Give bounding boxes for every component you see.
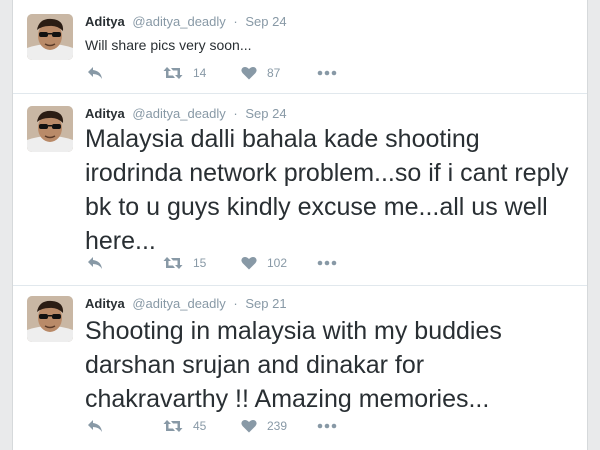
- retweet-icon: [163, 67, 183, 79]
- author-name[interactable]: Aditya: [85, 106, 125, 121]
- timestamp[interactable]: Sep 21: [245, 296, 286, 311]
- tweet-text: Shooting in malaysia with my buddies dar…: [85, 317, 502, 413]
- retweet-count: 45: [193, 419, 207, 433]
- author-handle[interactable]: @aditya_deadly: [132, 296, 225, 311]
- author-handle[interactable]: @aditya_deadly: [132, 106, 225, 121]
- like-count: 239: [267, 419, 288, 433]
- like-button[interactable]: 87: [241, 64, 280, 82]
- tweet-text: Will share pics very soon...: [85, 37, 252, 53]
- heart-icon: [241, 67, 257, 80]
- retweet-button[interactable]: 14: [163, 64, 206, 82]
- avatar[interactable]: [27, 14, 73, 60]
- like-button[interactable]: 239: [241, 417, 287, 435]
- tweet-actions: 14 87: [85, 64, 385, 82]
- tweet[interactable]: Aditya @aditya_deadly · Sep 24 Malaysia …: [13, 94, 587, 286]
- reply-icon: [88, 420, 102, 432]
- more-button[interactable]: [317, 417, 337, 435]
- retweet-icon: [163, 257, 183, 269]
- tweet-actions: 45 239: [85, 417, 385, 435]
- like-button[interactable]: 102: [241, 254, 287, 272]
- tweet-text: Malaysia dalli bahala kade shooting irod…: [85, 125, 569, 255]
- avatar[interactable]: [27, 106, 73, 152]
- separator: ·: [233, 14, 238, 29]
- tweet[interactable]: Aditya @aditya_deadly · Sep 24 Will shar…: [13, 0, 587, 94]
- reply-button[interactable]: [87, 64, 103, 82]
- timeline: Aditya @aditya_deadly · Sep 24 Will shar…: [12, 0, 588, 450]
- tweet[interactable]: Aditya @aditya_deadly · Sep 21 Shooting …: [13, 286, 587, 450]
- retweet-count: 15: [193, 256, 207, 270]
- author-name[interactable]: Aditya: [85, 14, 125, 29]
- retweet-button[interactable]: 45: [163, 417, 206, 435]
- reply-button[interactable]: [87, 254, 103, 272]
- more-icon: [317, 260, 337, 266]
- reply-button[interactable]: [87, 417, 103, 435]
- more-button[interactable]: [317, 254, 337, 272]
- tweet-actions: 15 102: [85, 254, 385, 272]
- author-handle[interactable]: @aditya_deadly: [132, 14, 225, 29]
- avatar[interactable]: [27, 296, 73, 342]
- reply-icon: [88, 257, 102, 269]
- tweet-header: Aditya @aditya_deadly · Sep 24: [85, 106, 287, 121]
- reply-icon: [88, 67, 102, 79]
- more-icon: [317, 70, 337, 76]
- more-button[interactable]: [317, 64, 337, 82]
- author-name[interactable]: Aditya: [85, 296, 125, 311]
- retweet-icon: [163, 420, 183, 432]
- separator: ·: [233, 296, 238, 311]
- heart-icon: [241, 257, 257, 270]
- like-count: 102: [267, 256, 288, 270]
- like-count: 87: [267, 66, 281, 80]
- retweet-count: 14: [193, 66, 207, 80]
- tweet-header: Aditya @aditya_deadly · Sep 21: [85, 296, 287, 311]
- separator: ·: [233, 106, 238, 121]
- retweet-button[interactable]: 15: [163, 254, 206, 272]
- timestamp[interactable]: Sep 24: [245, 106, 286, 121]
- timestamp[interactable]: Sep 24: [245, 14, 286, 29]
- heart-icon: [241, 420, 257, 433]
- more-icon: [317, 423, 337, 429]
- tweet-header: Aditya @aditya_deadly · Sep 24: [85, 14, 287, 29]
